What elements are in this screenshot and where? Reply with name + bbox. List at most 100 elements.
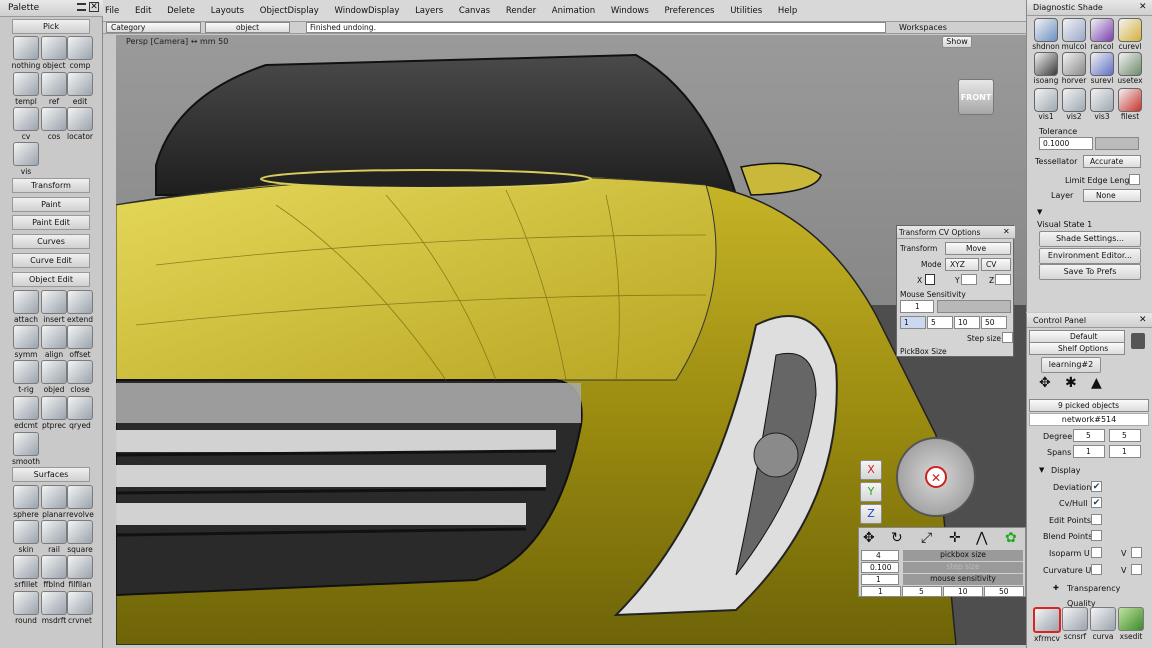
step-btn-50[interactable]: 50 [984, 586, 1024, 597]
tessellator-select[interactable]: Accurate [1083, 155, 1141, 168]
axis-z-button[interactable]: Z [860, 504, 882, 524]
viewport[interactable]: Persp [Camera] ↔ mm 50 Show FRONT ✕ ▶ ◀ … [116, 35, 1026, 645]
tool-smooth[interactable]: smooth [9, 432, 43, 466]
shade-settings-button[interactable]: Shade Settings... [1039, 231, 1141, 247]
pick-header[interactable]: Pick [12, 19, 90, 34]
tool-icon[interactable]: ▲ [1091, 375, 1102, 391]
trash-icon[interactable] [1131, 333, 1145, 349]
manipulator-wheel[interactable]: ✕ [896, 437, 976, 517]
menu-windows[interactable]: Windows [611, 6, 649, 16]
shade-vis1[interactable]: vis1 [1031, 88, 1061, 121]
close-icon[interactable]: ✕ [925, 466, 947, 488]
menu-help[interactable]: Help [778, 6, 797, 16]
curve-icon[interactable]: ⋀ [976, 530, 987, 546]
pivot-icon[interactable]: ✛ [949, 530, 961, 546]
show-button[interactable]: Show [942, 36, 972, 48]
section-transform[interactable]: Transform [12, 178, 90, 193]
scale-icon[interactable]: ⤢ [921, 530, 932, 546]
toggle-edit-points[interactable] [1091, 514, 1102, 525]
mode-xyz-select[interactable]: XYZ [945, 258, 979, 271]
menu-file[interactable]: File [105, 6, 119, 16]
curvature-v-checkbox[interactable] [1131, 564, 1142, 575]
close-icon[interactable]: ✕ [1139, 2, 1147, 12]
menu-objectdisplay[interactable]: ObjectDisplay [260, 6, 319, 16]
close-icon[interactable]: ✕ [1003, 227, 1010, 236]
menu-animation[interactable]: Animation [552, 6, 595, 16]
toggle-cvhull[interactable]: ✔ [1091, 497, 1102, 508]
menu-windowdisplay[interactable]: WindowDisplay [335, 6, 400, 16]
view-cube[interactable]: FRONT [958, 79, 994, 115]
tool-extend[interactable]: extend [63, 290, 97, 324]
step-size-value[interactable]: 0.100 [861, 562, 899, 573]
shade-rancol[interactable]: rancol [1087, 18, 1117, 51]
tool-icon[interactable]: ✥ [1039, 375, 1051, 391]
tool-edit[interactable]: edit [63, 72, 97, 106]
y-checkbox[interactable] [961, 274, 977, 285]
z-checkbox[interactable] [995, 274, 1011, 285]
toggle-blend-points[interactable] [1091, 530, 1102, 541]
menu-layouts[interactable]: Layouts [211, 6, 244, 16]
shelf-curva[interactable]: curva [1089, 607, 1117, 641]
tool-icon[interactable]: ✱ [1065, 375, 1077, 391]
tool-vis[interactable]: vis [9, 142, 43, 176]
curvature-u-checkbox[interactable] [1091, 564, 1102, 575]
shade-filest[interactable]: filest [1115, 88, 1145, 121]
degree-u[interactable]: 5 [1073, 429, 1105, 442]
isoparm-u-checkbox[interactable] [1091, 547, 1102, 558]
shade-shdnon[interactable]: shdnon [1031, 18, 1061, 51]
shade-curevl[interactable]: curevl [1115, 18, 1145, 51]
layer-select[interactable]: None [1083, 189, 1141, 202]
sens-step-50[interactable]: 50 [981, 316, 1007, 329]
step-btn-1[interactable]: 1 [861, 586, 901, 597]
tool-close[interactable]: close [63, 360, 97, 394]
object-edit-header[interactable]: Object Edit [12, 272, 90, 287]
surfaces-header[interactable]: Surfaces [12, 467, 90, 482]
category-select[interactable]: Category [106, 22, 201, 33]
menu-utilities[interactable]: Utilities [730, 6, 762, 16]
chevron-right-icon[interactable]: ✚ [1053, 584, 1059, 592]
limit-edge-checkbox[interactable] [1129, 174, 1140, 185]
move-icon[interactable]: ✥ [863, 530, 875, 546]
tolerance-slider[interactable] [1095, 137, 1139, 150]
menu-delete[interactable]: Delete [167, 6, 195, 16]
environment-editor-button[interactable]: Environment Editor... [1039, 248, 1141, 264]
shade-vis3[interactable]: vis3 [1087, 88, 1117, 121]
section-paint[interactable]: Paint [12, 197, 90, 212]
shade-usetex[interactable]: usetex [1115, 52, 1145, 85]
menu-canvas[interactable]: Canvas [459, 6, 490, 16]
spans-v[interactable]: 1 [1109, 445, 1141, 458]
spans-u[interactable]: 1 [1073, 445, 1105, 458]
shade-vis2[interactable]: vis2 [1059, 88, 1089, 121]
tool-crvnet[interactable]: crvnet [63, 591, 97, 625]
shelf-scnsrf[interactable]: scnsrf [1061, 607, 1089, 641]
tool-locator[interactable]: locator [63, 107, 97, 141]
toggle-deviation[interactable]: ✔ [1091, 481, 1102, 492]
save-to-prefs-button[interactable]: Save To Prefs [1039, 264, 1141, 280]
shade-isoang[interactable]: isoang [1031, 52, 1061, 85]
tool-square[interactable]: square [63, 520, 97, 554]
tool-offset[interactable]: offset [63, 325, 97, 359]
step-size-checkbox[interactable] [1002, 332, 1013, 343]
isoparm-v-checkbox[interactable] [1131, 547, 1142, 558]
step-btn-5[interactable]: 5 [902, 586, 942, 597]
rotate-icon[interactable]: ↻ [891, 530, 903, 546]
shelf-options-select[interactable]: Shelf Options [1029, 342, 1125, 355]
tolerance-field[interactable]: 0.1000 [1039, 137, 1093, 150]
menu-render[interactable]: Render [506, 6, 536, 16]
tool-filfilan[interactable]: filfilan [63, 555, 97, 589]
lock-icon[interactable] [925, 274, 935, 285]
axis-x-button[interactable]: X [860, 460, 882, 480]
picked-objects[interactable]: 9 picked objects [1029, 399, 1149, 412]
sensitivity-slider[interactable] [937, 300, 1011, 313]
menu-icon[interactable] [77, 3, 86, 11]
chevron-down-icon[interactable]: ▼ [1039, 466, 1044, 474]
sensitivity-field[interactable]: 1 [900, 300, 934, 313]
step-btn-10[interactable]: 10 [943, 586, 983, 597]
menu-preferences[interactable]: Preferences [664, 6, 714, 16]
sens-step-10[interactable]: 10 [954, 316, 980, 329]
shade-horver[interactable]: horver [1059, 52, 1089, 85]
tool-revolve[interactable]: revolve [63, 485, 97, 519]
transform-select[interactable]: Move [945, 242, 1011, 255]
pickbox-size-value[interactable]: 4 [861, 550, 899, 561]
close-icon[interactable]: ✕ [1139, 315, 1147, 325]
